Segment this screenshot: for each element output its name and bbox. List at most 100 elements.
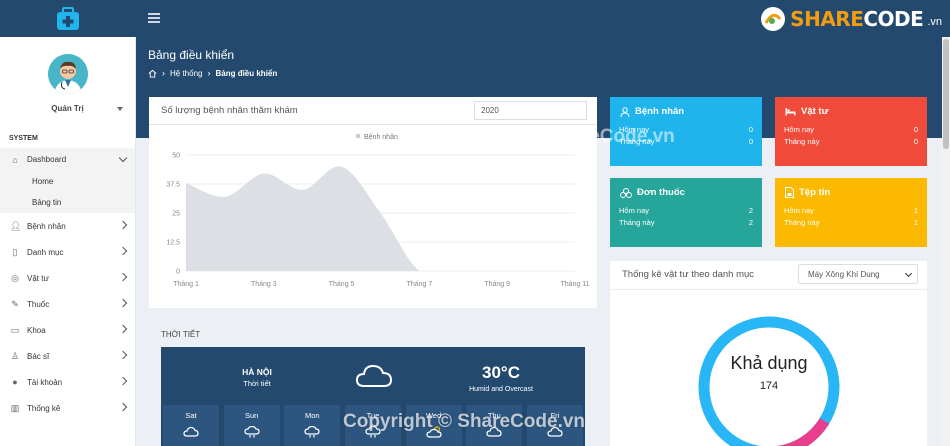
stat-row-value: 2	[748, 206, 753, 215]
breadcrumb-item[interactable]: Hệ thống	[170, 69, 202, 78]
temperature-value: 30°C	[482, 363, 520, 382]
chevron-right-icon	[118, 220, 128, 230]
stat-row-value: 0	[748, 137, 753, 146]
stat-box-files[interactable]: Tệp tin Hôm nay 1 Tháng này 1	[775, 178, 927, 247]
file-icon: ▯	[12, 247, 18, 257]
stat-row-label: Tháng này	[784, 218, 820, 227]
legend-swatch	[356, 134, 360, 138]
breadcrumb-current: Bảng điều khiển	[215, 68, 278, 78]
weather-section-title: THỜI TIẾT	[161, 330, 201, 339]
stat-box-supplies[interactable]: Vật tư Hôm nay 0 Tháng này 0	[775, 97, 927, 166]
sidebar-item-doctors[interactable]: ♙ Bác sĩ	[0, 343, 135, 369]
stat-box-prescriptions[interactable]: Đơn thuốc Hôm nay 2 Tháng này 2	[610, 178, 762, 247]
legend-label: Bệnh nhân	[364, 134, 398, 141]
sidebar-item-supplies[interactable]: ◎ Vật tư	[0, 265, 135, 291]
doctor-icon: ♙	[10, 351, 20, 361]
rain-cloud-icon	[304, 426, 320, 438]
donut-slice-other	[776, 417, 830, 446]
sidebar-item-departments[interactable]: ▭ Khoa	[0, 317, 135, 343]
brand-logo: SHARECODE .vn	[760, 6, 942, 32]
stat-row: Tháng này 1	[784, 218, 918, 227]
page-scrollbar[interactable]	[942, 37, 950, 446]
menu-section-title: SYSTEM	[9, 135, 38, 142]
syringe-icon: ✎	[11, 299, 19, 309]
stat-title: Vật tư	[801, 106, 829, 117]
sidebar-item-categories[interactable]: ▯ Danh mục	[0, 239, 135, 265]
stat-row: Tháng này 0	[784, 137, 918, 146]
stat-row-value: 0	[913, 125, 918, 134]
donut-card-title: Thống kê vật tư theo danh mục	[622, 269, 755, 280]
chart-title: Số lượng bệnh nhân thăm khám	[161, 105, 298, 116]
weather-temperature: 30°C Humid and Overcast	[461, 363, 541, 393]
user-icon	[620, 106, 630, 117]
sidebar-item-medicine[interactable]: ✎ Thuốc	[0, 291, 135, 317]
stat-header: Đơn thuốc	[620, 187, 685, 198]
stat-row: Hôm nay 1	[784, 206, 918, 215]
category-select[interactable]: Máy Xông Khí Dung	[798, 264, 918, 284]
x-tick-label: Tháng 5	[329, 281, 355, 288]
sidebar-item-label: Tài khoản	[27, 377, 63, 387]
stat-row: Hôm nay 2	[619, 206, 753, 215]
category-select-value: Máy Xông Khí Dung	[808, 270, 880, 279]
weather-description: Humid and Overcast	[469, 386, 533, 393]
doctor-avatar-icon	[48, 54, 88, 94]
scrollbar-thumb[interactable]	[943, 39, 949, 149]
home-icon[interactable]	[148, 69, 157, 78]
chevron-right-icon	[118, 272, 128, 282]
y-tick-label: 0	[176, 269, 180, 276]
chevron-down-icon	[118, 153, 128, 163]
account-icon: ●	[12, 377, 18, 387]
stat-row-label: Tháng này	[784, 137, 820, 146]
sidebar: Quản Trị SYSTEM ⌂ Dashboard Home Bảng ti…	[0, 37, 136, 446]
chevron-right-icon	[118, 324, 128, 334]
chevron-down-icon	[904, 269, 913, 278]
x-tick-label: Tháng 7	[407, 281, 433, 288]
sidebar-item-patients[interactable]: 👤︎ Bệnh nhân	[0, 213, 135, 239]
supply-category-card: Thống kê vật tư theo danh mục Máy Xông K…	[610, 261, 927, 446]
user-caret-icon[interactable]	[117, 107, 123, 111]
stat-header: Bệnh nhân	[620, 106, 684, 117]
forecast-day: Mon	[284, 405, 341, 446]
stat-row-value: 0	[913, 137, 918, 146]
sidebar-item-accounts[interactable]: ● Tài khoản	[0, 369, 135, 395]
stat-title: Đơn thuốc	[637, 187, 685, 198]
top-bar: SHARECODE .vn	[0, 0, 950, 37]
y-tick-label: 12.5	[166, 240, 180, 247]
y-tick-label: 50	[172, 153, 180, 160]
bar-chart-icon: ▥	[10, 403, 20, 413]
chevron-right-icon: ›	[207, 68, 211, 78]
brand-part1: SHARE	[790, 7, 864, 31]
stat-row-value: 2	[748, 218, 753, 227]
sidebar-item-dashboard[interactable]: ⌂ Dashboard	[0, 148, 135, 171]
cloud-icon	[355, 364, 393, 387]
sidebar-subitem-home[interactable]: Home	[0, 171, 135, 192]
medical-kit-icon	[57, 6, 79, 30]
y-tick-label: 37.5	[166, 182, 180, 189]
watermark-top: ShareCode.vn	[547, 126, 675, 147]
sidebar-item-label: Vật tư	[27, 273, 49, 283]
donut-center-label: Khả dụng 174	[705, 353, 833, 392]
year-input[interactable]: 2020	[474, 101, 587, 120]
stat-title: Bệnh nhân	[635, 106, 685, 117]
sidebar-item-statistics[interactable]: ▥ Thống kê	[0, 395, 135, 421]
bed-icon	[785, 108, 796, 116]
door-icon: ▭	[10, 325, 20, 335]
sidebar-subitem-news[interactable]: Bảng tin	[0, 192, 135, 213]
app-logo[interactable]	[0, 0, 136, 37]
y-tick-label: 25	[172, 211, 180, 218]
chevron-right-icon: ›	[162, 68, 165, 78]
user-icon: 👤︎	[10, 221, 22, 231]
forecast-day-label: Sat	[185, 411, 197, 420]
target-icon: ◎	[11, 273, 19, 283]
area-chart: Bệnh nhân 0 12.5 25 37.5 50 Tháng 1 Tháng 3 Thán…	[166, 134, 590, 288]
x-tick-label: Tháng 1	[173, 281, 199, 288]
chevron-right-icon	[118, 402, 128, 412]
x-tick-label: Tháng 3	[251, 281, 277, 288]
stat-row-label: Hôm nay	[784, 125, 815, 134]
menu-toggle-icon[interactable]	[148, 13, 160, 23]
patient-visits-chart-card: Số lượng bệnh nhân thăm khám 2020 Bệnh n…	[149, 97, 597, 308]
user-panel[interactable]: Quản Trị	[0, 37, 135, 129]
donut-label-value: 174	[759, 380, 779, 392]
forecast-day: Sun	[223, 405, 280, 446]
page-title: Bảng điều khiển	[148, 48, 235, 62]
